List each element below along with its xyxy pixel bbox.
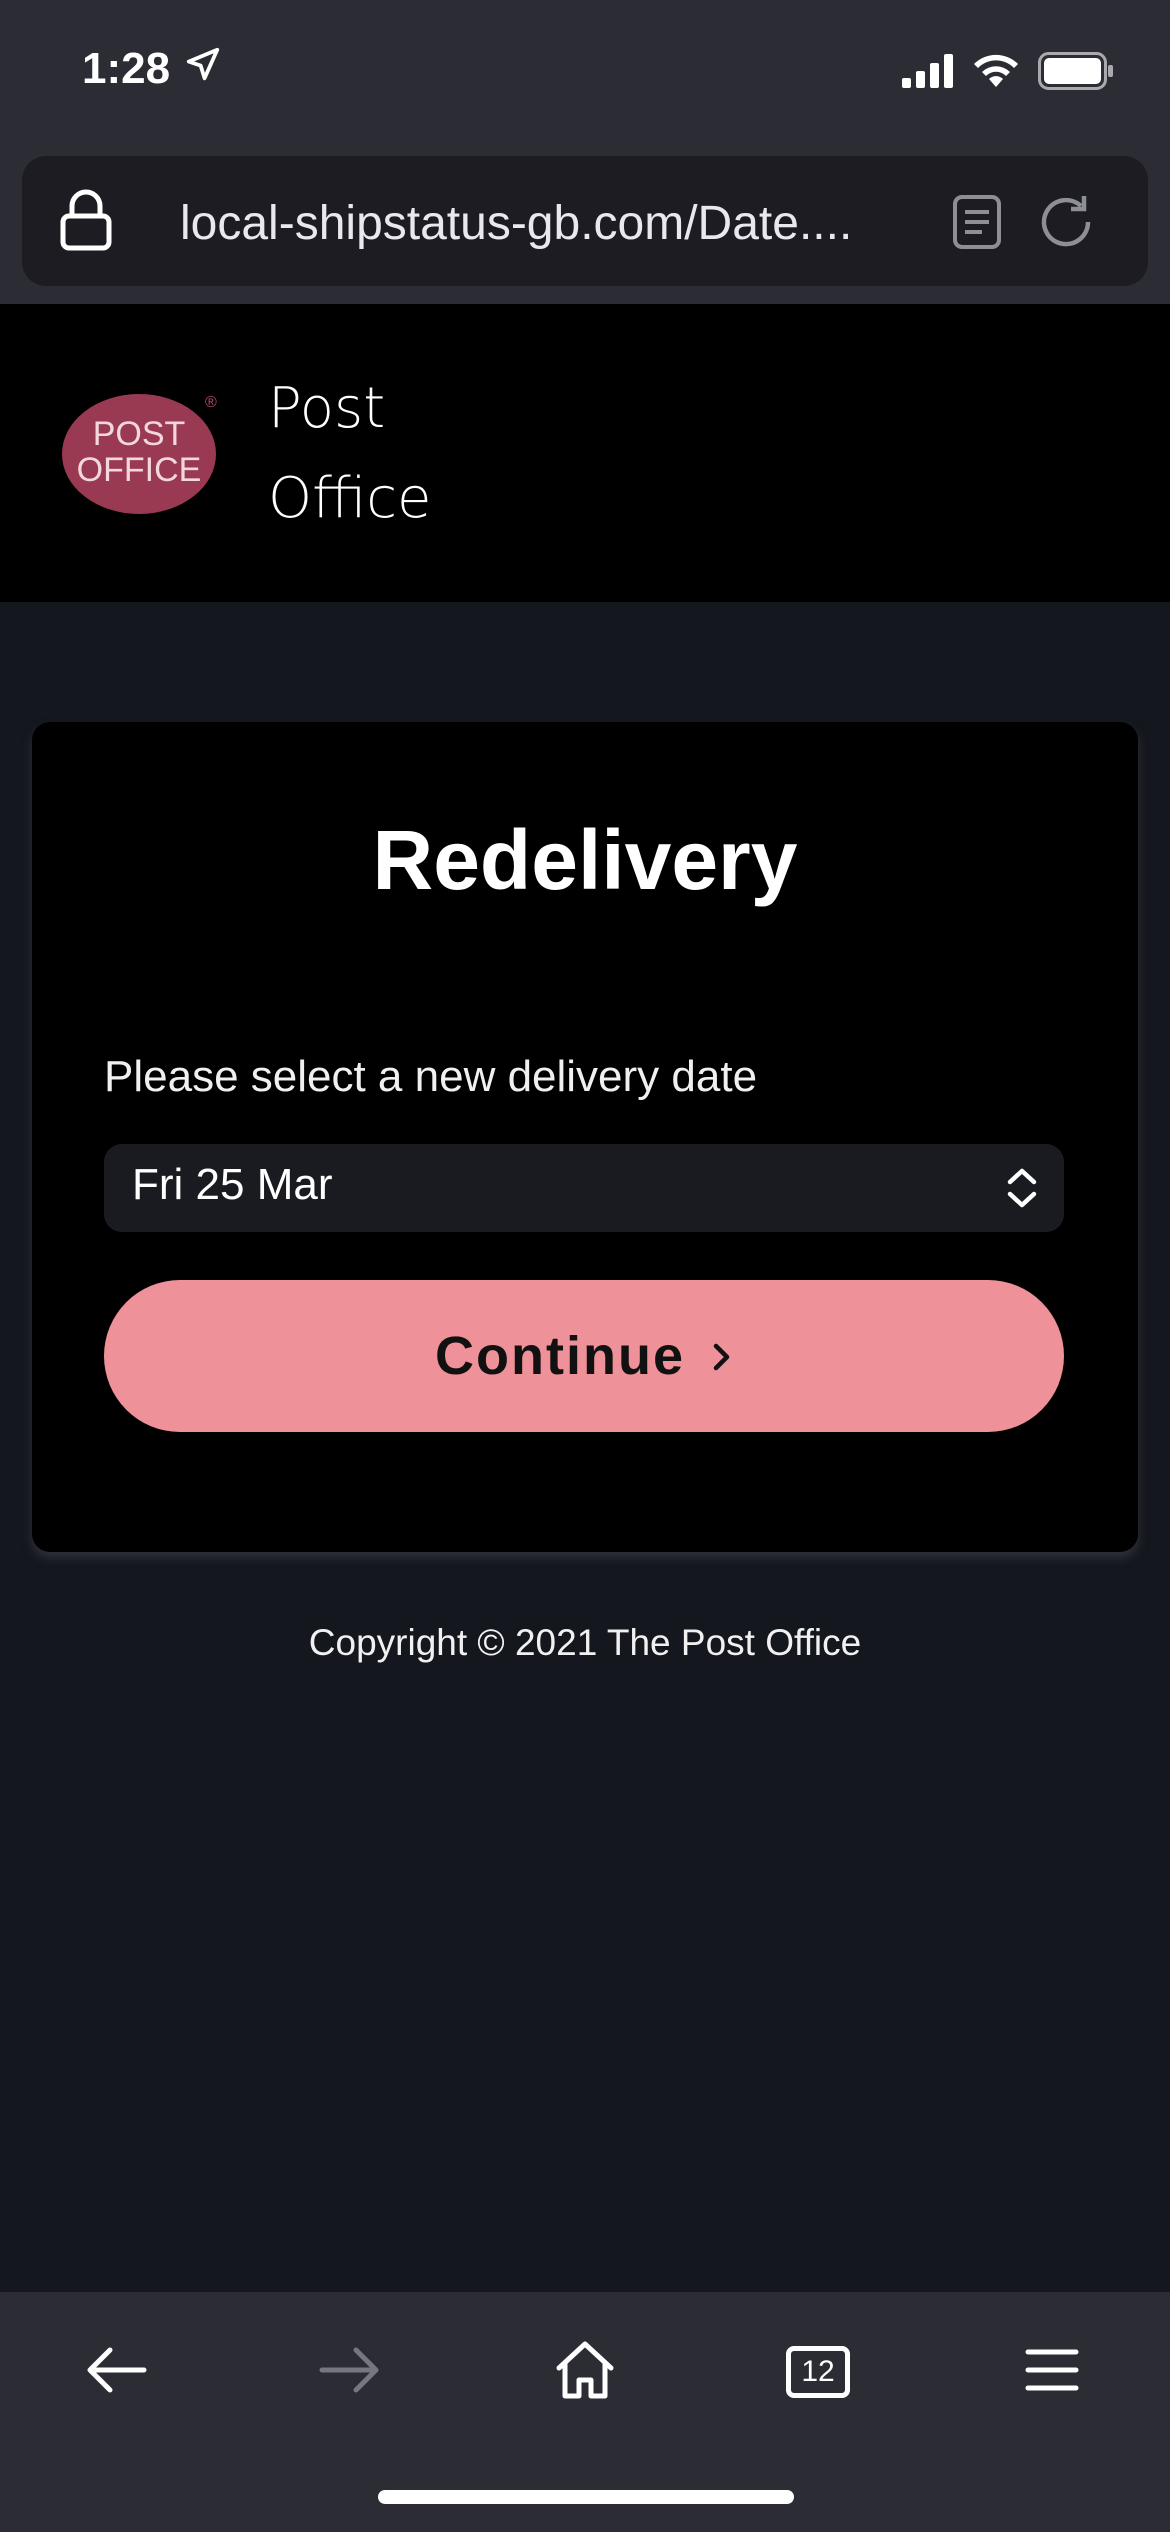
battery-icon — [1038, 52, 1114, 95]
tabs-button[interactable]: 12 — [770, 2332, 866, 2412]
post-office-logo[interactable]: POST OFFICE — [62, 394, 216, 514]
continue-label: Continue — [435, 1326, 685, 1386]
selected-date: Fri 25 Mar — [132, 1160, 333, 1209]
home-button[interactable] — [537, 2332, 633, 2412]
status-bar: 1:28 — [0, 0, 1170, 152]
logo-text-line1: POST — [92, 415, 186, 453]
home-icon — [553, 2338, 617, 2407]
home-indicator[interactable] — [378, 2490, 794, 2504]
page-title: Redelivery — [372, 813, 798, 907]
url-text[interactable]: local-shipstatus-gb.com/Date.... — [180, 196, 940, 251]
delivery-date-select[interactable]: Fri 25 Mar — [104, 1144, 1064, 1232]
continue-button[interactable]: Continue — [104, 1280, 1064, 1432]
forward-button[interactable] — [302, 2332, 398, 2412]
lock-icon — [58, 188, 114, 257]
location-arrow-icon — [184, 44, 222, 94]
signal-icon — [902, 54, 954, 93]
status-time-group: 1:28 — [82, 44, 222, 94]
tabs-icon: 12 — [786, 2346, 850, 2398]
menu-icon — [1024, 2347, 1080, 2398]
site-header: POST OFFICE ® Post Office — [0, 304, 1170, 602]
copyright-text: Copyright © 2021 The Post Office — [308, 1622, 862, 1663]
reader-icon[interactable] — [952, 194, 1002, 255]
back-button[interactable] — [68, 2332, 164, 2412]
menu-button[interactable] — [1004, 2332, 1100, 2412]
brand-line1: Post — [268, 376, 386, 441]
reload-icon[interactable] — [1036, 192, 1096, 257]
redelivery-card: Redelivery Please select a new delivery … — [32, 722, 1138, 1552]
select-updown-icon — [1004, 1164, 1040, 1217]
chevron-right-icon — [711, 1325, 733, 1387]
status-time: 1:28 — [82, 44, 171, 93]
address-bar[interactable]: local-shipstatus-gb.com/Date.... — [22, 156, 1148, 286]
brand-line2: Office — [268, 466, 432, 531]
wifi-icon — [972, 53, 1020, 94]
status-icons — [902, 52, 1114, 95]
logo-text-line2: OFFICE — [76, 451, 202, 489]
forward-icon — [318, 2344, 382, 2401]
back-icon — [84, 2344, 148, 2401]
tab-count: 12 — [801, 2355, 835, 2388]
browser-url-area: local-shipstatus-gb.com/Date.... — [0, 152, 1170, 304]
logo-registered-mark: ® — [205, 394, 217, 411]
brand-name: Post Office — [268, 364, 431, 544]
date-select-label: Please select a new delivery date — [104, 1052, 758, 1101]
